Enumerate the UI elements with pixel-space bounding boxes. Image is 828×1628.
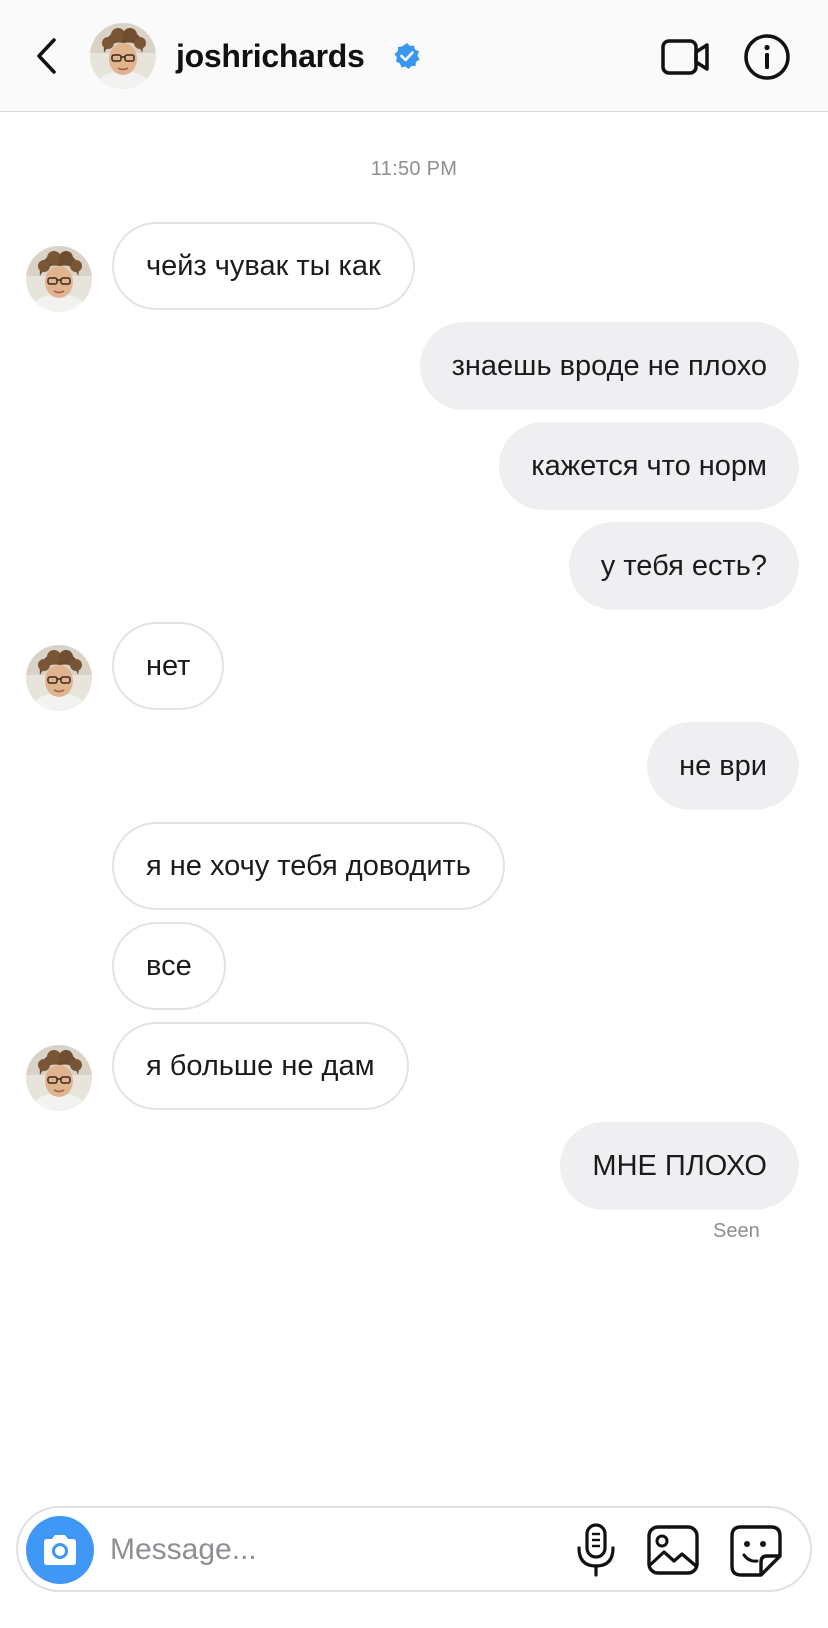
sticker-icon — [730, 1525, 782, 1577]
video-call-button[interactable] — [660, 36, 712, 78]
voice-message-button[interactable] — [574, 1522, 618, 1578]
contact-username[interactable]: joshrichards — [176, 36, 365, 76]
message-bubble-outgoing[interactable]: не ври — [647, 722, 799, 810]
message-bubble-incoming[interactable]: чейз чувак ты как — [112, 222, 415, 310]
message-bubble-outgoing[interactable]: МНЕ ПЛОХО — [560, 1122, 799, 1210]
microphone-icon — [577, 1523, 615, 1577]
gallery-button[interactable] — [646, 1524, 700, 1576]
message-bubble-incoming[interactable]: я больше не дам — [112, 1022, 409, 1110]
message-bubble-outgoing[interactable]: кажется что норм — [499, 422, 799, 510]
info-button[interactable] — [743, 33, 791, 81]
camera-icon — [44, 1535, 76, 1565]
message-composer — [16, 1506, 812, 1592]
verified-badge-icon — [394, 43, 420, 69]
message-bubble-incoming[interactable]: все — [112, 922, 226, 1010]
seen-receipt: Seen — [713, 1220, 760, 1242]
message-avatar[interactable] — [26, 246, 92, 312]
chat-header: joshrichards — [0, 0, 828, 112]
message-bubble-incoming[interactable]: я не хочу тебя доводить — [112, 822, 505, 910]
message-bubble-outgoing[interactable]: знаешь вроде не плохо — [419, 322, 799, 410]
message-avatar[interactable] — [26, 645, 92, 711]
info-icon — [744, 34, 790, 80]
chevron-left-icon — [37, 38, 56, 74]
sticker-button[interactable] — [729, 1524, 783, 1578]
back-button[interactable] — [28, 34, 64, 78]
contact-avatar[interactable] — [90, 23, 156, 89]
video-camera-icon — [661, 39, 709, 75]
gallery-icon — [647, 1525, 699, 1575]
camera-button[interactable] — [26, 1516, 94, 1584]
message-bubble-incoming[interactable]: нет — [112, 622, 225, 710]
message-bubble-outgoing[interactable]: у тебя есть? — [568, 522, 799, 610]
conversation-timestamp: 11:50 PM — [370, 158, 458, 180]
message-input[interactable] — [110, 1526, 550, 1574]
message-avatar[interactable] — [26, 1045, 92, 1111]
